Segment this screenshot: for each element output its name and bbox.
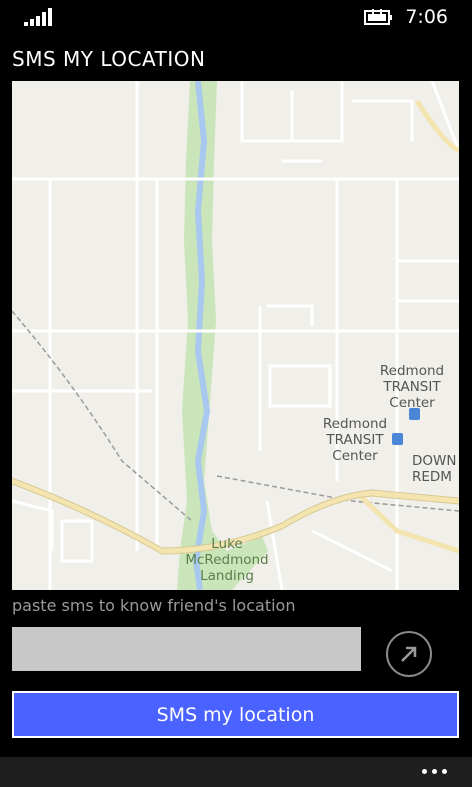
- map-label-transit-center: Redmond TRANSIT Center: [379, 363, 445, 411]
- paste-sms-hint: paste sms to know friend's location: [12, 596, 296, 615]
- app-title: SMS MY LOCATION: [12, 47, 206, 71]
- battery-charging-icon: [364, 8, 394, 26]
- location-map[interactable]: Redmond TRANSIT Center Redmond TRANSIT C…: [12, 81, 459, 590]
- signal-strength-icon: [24, 8, 54, 26]
- map-label-downtown: DOWN REDM: [412, 453, 457, 485]
- app-bar: [0, 757, 472, 787]
- arrow-up-right-icon: [401, 646, 417, 662]
- map-label-park: Luke McRedmond Landing: [185, 536, 269, 584]
- sms-paste-input[interactable]: [12, 627, 361, 671]
- status-bar: 7:06: [0, 0, 472, 36]
- map-label-transit-center-2: Redmond TRANSIT Center: [322, 416, 388, 464]
- go-button[interactable]: [386, 631, 432, 677]
- more-dots-icon[interactable]: [422, 769, 448, 775]
- status-clock: 7:06: [405, 6, 448, 28]
- sms-my-location-button[interactable]: SMS my location: [12, 691, 459, 738]
